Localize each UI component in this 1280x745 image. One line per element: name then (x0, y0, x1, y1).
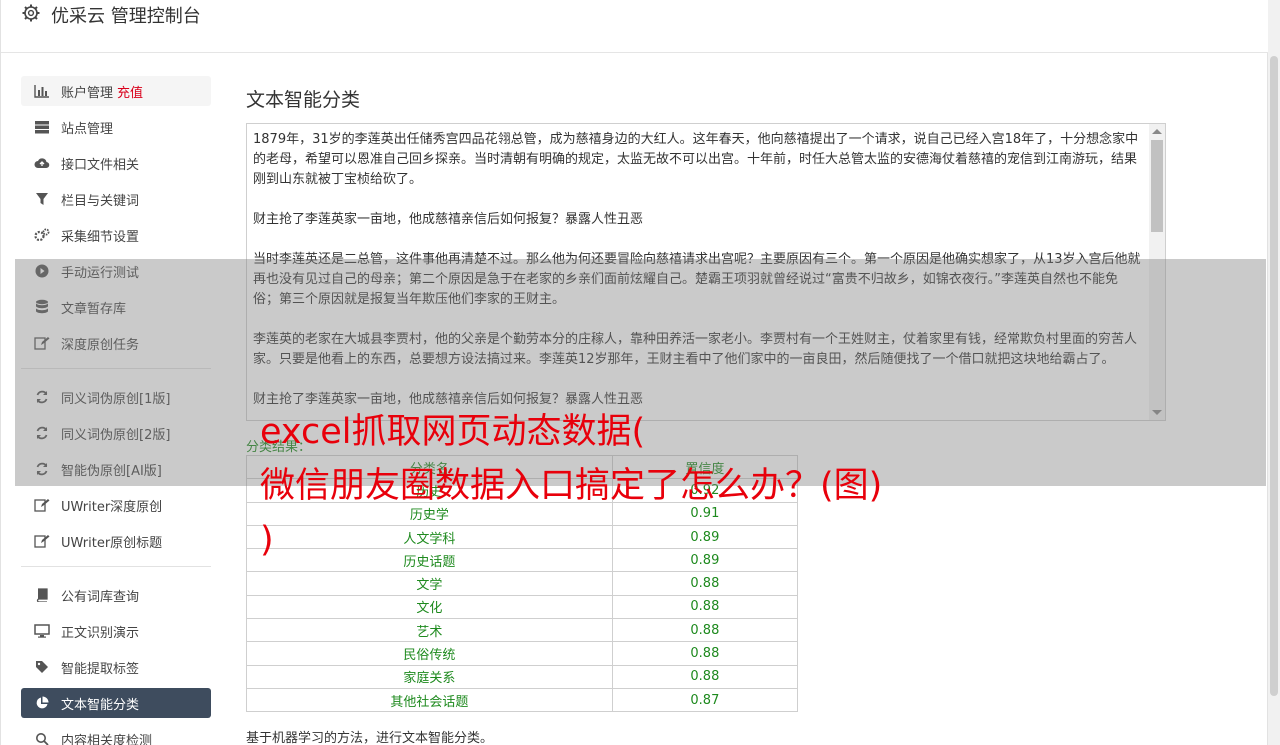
sidebar-item-group2-3[interactable]: UWriter深度原创 (21, 490, 211, 520)
edit-icon (33, 532, 51, 550)
sidebar-item-group3-0[interactable]: 公有词库查询 (21, 580, 211, 610)
sidebar-item-label: 智能提取标签 (61, 661, 140, 677)
gears-icon (33, 226, 51, 244)
confidence-cell: 0.87 (611, 687, 799, 713)
sidebar-item-group1-0[interactable]: 账户管理 充值 (21, 76, 211, 106)
text-paragraph: 财主抢了李莲英家一亩地，他成慈禧亲信后如何报复？暴露人性丑恶 (253, 212, 644, 227)
table-row: 文化 0.88 (246, 594, 799, 620)
recharge-link[interactable]: 充值 (117, 82, 143, 101)
sidebar-divider (21, 566, 211, 567)
bar-chart-icon (33, 82, 51, 100)
sidebar-item-group3-4[interactable]: 内容相关度检测 (21, 724, 211, 745)
sidebar-item-group3-2[interactable]: 智能提取标签 (21, 652, 211, 682)
sidebar-item-label: 采集细节设置 (61, 229, 140, 245)
sidebar-item-label: 栏目与关键词 (61, 193, 140, 209)
table-row: 文学 0.88 (246, 571, 799, 596)
category-cell: 民俗传统 (246, 641, 613, 666)
ad-line-3: ) (260, 520, 274, 560)
cloud-upload-icon (33, 154, 51, 172)
book-icon (33, 586, 51, 604)
sidebar-item-label: 公有词库查询 (61, 589, 140, 605)
category-cell: 其他社会话题 (246, 687, 613, 713)
search-icon (33, 730, 51, 745)
sidebar-item-group2-4[interactable]: UWriter原创标题 (21, 526, 211, 556)
ad-line-2: 微信朋友圈数据入口搞定了怎么办？(图) (260, 466, 883, 506)
gear-icon (22, 4, 40, 22)
confidence-cell: 0.88 (611, 618, 799, 643)
sidebar-item-group1-2[interactable]: 接口文件相关 (21, 148, 211, 178)
scroll-up-arrow-icon[interactable] (1152, 129, 1162, 134)
sidebar-item-group1-4[interactable]: 采集细节设置 (21, 220, 211, 250)
sidebar-item-label: 接口文件相关 (61, 157, 140, 173)
sidebar-item-group1-1[interactable]: 站点管理 (21, 112, 211, 142)
page-title: 文本智能分类 (246, 89, 361, 111)
sidebar-item-group3-3[interactable]: 文本智能分类 (21, 688, 211, 718)
edit-icon (33, 496, 51, 514)
description-text: 基于机器学习的方法，进行文本智能分类。 (246, 731, 494, 745)
sidebar-item-label: 站点管理 (61, 121, 114, 137)
sidebar-item-group3-1[interactable]: 正文识别演示 (21, 616, 211, 646)
sidebar-item-label: 文本智能分类 (61, 697, 140, 713)
scroll-thumb[interactable] (1151, 140, 1163, 232)
category-cell: 家庭关系 (246, 664, 613, 689)
table-row: 家庭关系 0.88 (246, 664, 799, 689)
confidence-cell: 0.88 (611, 571, 799, 596)
monitor-icon (33, 622, 51, 640)
server-icon (33, 118, 51, 136)
table-row: 艺术 0.88 (246, 618, 799, 643)
top-bar: 优采云 管理控制台 (1, 0, 1269, 53)
page-scrollbar[interactable] (1268, 0, 1280, 745)
table-row: 其他社会话题 0.87 (246, 687, 799, 713)
confidence-cell: 0.88 (611, 641, 799, 666)
confidence-cell: 0.88 (611, 664, 799, 689)
sidebar-item-label: 正文识别演示 (61, 625, 140, 641)
tag-icon (33, 658, 51, 676)
sidebar-item-label: UWriter原创标题 (61, 535, 163, 551)
ad-overlay-text: excel抓取网页动态数据( 微信朋友圈数据入口搞定了怎么办？(图) ) (260, 405, 1060, 567)
sidebar-item-label: UWriter深度原创 (61, 499, 163, 515)
text-paragraph: 1879年，31岁的李莲英出任储秀宫四品花翎总管，成为慈禧身边的大红人。这年春天… (253, 132, 1139, 187)
sidebar-item-label: 账户管理 (61, 85, 114, 101)
filter-icon (33, 190, 51, 208)
category-cell: 文学 (246, 571, 613, 596)
console-title: 优采云 管理控制台 (51, 6, 201, 27)
page-scroll-thumb[interactable] (1270, 56, 1278, 696)
table-row: 民俗传统 0.88 (246, 641, 799, 666)
ad-line-1: excel抓取网页动态数据( (260, 412, 646, 452)
sidebar-item-group1-3[interactable]: 栏目与关键词 (21, 184, 211, 214)
confidence-cell: 0.88 (611, 594, 799, 620)
sidebar-item-label: 内容相关度检测 (61, 733, 153, 745)
pie-chart-icon (33, 694, 51, 712)
category-cell: 艺术 (246, 618, 613, 643)
category-cell: 文化 (246, 594, 613, 620)
